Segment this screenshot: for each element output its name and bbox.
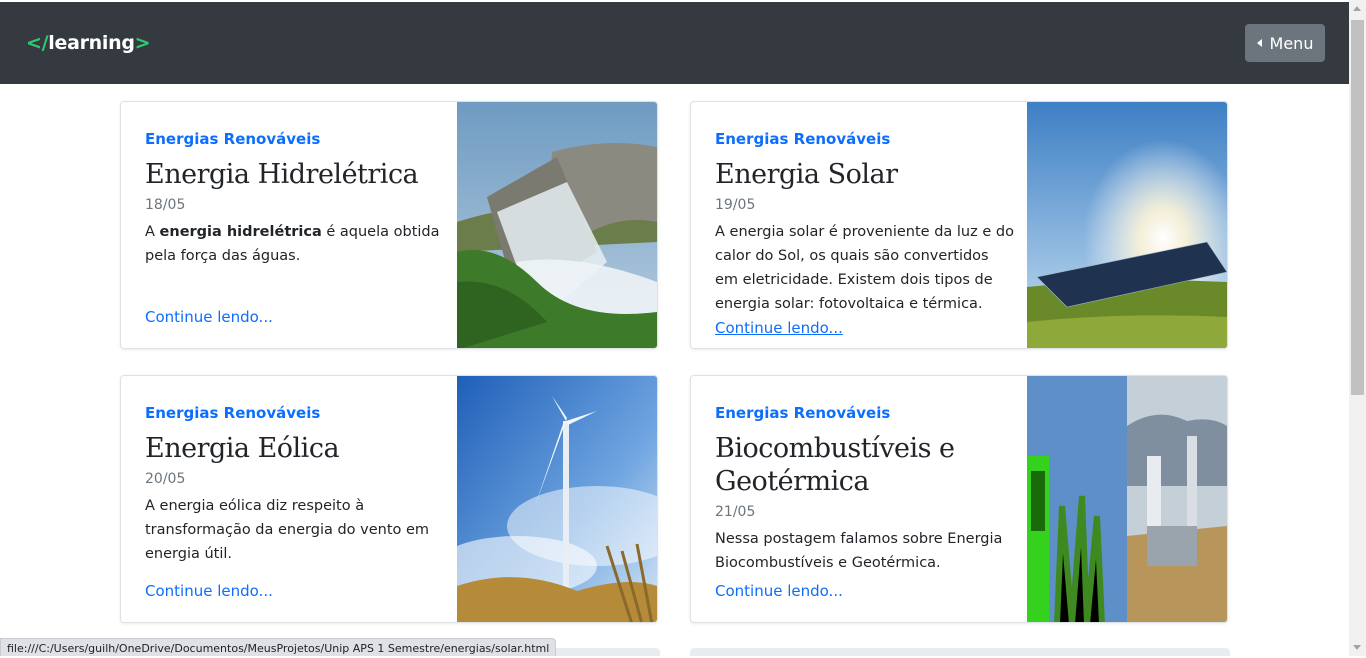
logo-bracket-open: </ xyxy=(26,32,49,54)
caret-left-icon xyxy=(1256,39,1262,47)
card-date: 19/05 xyxy=(715,197,756,213)
card-category: Energias Renováveis xyxy=(715,130,891,148)
wind-turbine-image xyxy=(457,376,657,622)
card-date: 20/05 xyxy=(145,471,186,487)
card-body: Energias Renováveis Biocombustíveis e Ge… xyxy=(715,376,1025,622)
card-text: A energia solar é proveniente da luz e d… xyxy=(715,224,1014,312)
card-category: Energias Renováveis xyxy=(145,404,321,422)
biofuel-geothermal-image xyxy=(1027,376,1227,622)
card-title: Energia Eólica xyxy=(145,433,340,464)
card-body: Energias Renováveis Energia Solar 19/05 … xyxy=(715,102,1025,348)
card-text: A energia hidrelétrica é aquela obtida p… xyxy=(145,224,440,264)
solar-panels-image xyxy=(1027,102,1227,348)
continue-reading-link[interactable]: Continue lendo... xyxy=(145,307,273,327)
navbar: </learning> Menu xyxy=(0,2,1349,84)
card-date: 18/05 xyxy=(145,197,186,213)
card-title: Energia Hidrelétrica xyxy=(145,159,419,190)
logo-bracket-close: > xyxy=(134,32,151,54)
scroll-up-arrow-icon[interactable] xyxy=(1353,6,1361,11)
post-card-biocombustiveis: Energias Renováveis Biocombustíveis e Ge… xyxy=(690,375,1228,623)
card-body: Energias Renováveis Energia Eólica 20/05… xyxy=(145,376,455,622)
card-date: 21/05 xyxy=(715,504,756,520)
logo-word: learning xyxy=(48,32,135,54)
continue-reading-link[interactable]: Continue lendo... xyxy=(715,318,843,338)
logo[interactable]: </learning> xyxy=(26,32,151,54)
menu-button-label: Menu xyxy=(1269,33,1314,53)
continue-reading-link[interactable]: Continue lendo... xyxy=(145,581,273,601)
hydroelectric-dam-image xyxy=(457,102,657,348)
card-title: Biocombustíveis e Geotérmica xyxy=(715,433,955,497)
next-card-peek xyxy=(690,648,1230,656)
post-card-hidreletrica: Energias Renováveis Energia Hidrelétrica… xyxy=(120,101,658,349)
post-card-solar: Energias Renováveis Energia Solar 19/05 … xyxy=(690,101,1228,349)
card-text: A energia eólica diz respeito à transfor… xyxy=(145,498,430,562)
card-body: Energias Renováveis Energia Hidrelétrica… xyxy=(145,102,455,348)
card-text-bold: energia hidrelétrica xyxy=(159,224,322,240)
status-bar-url: file:///C:/Users/guilh/OneDrive/Document… xyxy=(0,638,557,656)
card-text: Nessa postagem falamos sobre Energia Bio… xyxy=(715,531,1003,571)
card-title: Energia Solar xyxy=(715,159,898,190)
card-category: Energias Renováveis xyxy=(715,404,891,422)
scroll-down-arrow-icon[interactable] xyxy=(1353,645,1361,650)
post-card-eolica: Energias Renováveis Energia Eólica 20/05… xyxy=(120,375,658,623)
continue-reading-link[interactable]: Continue lendo... xyxy=(715,581,843,601)
card-category: Energias Renováveis xyxy=(145,130,321,148)
menu-button[interactable]: Menu xyxy=(1245,24,1325,62)
scrollbar-thumb[interactable] xyxy=(1351,20,1364,395)
